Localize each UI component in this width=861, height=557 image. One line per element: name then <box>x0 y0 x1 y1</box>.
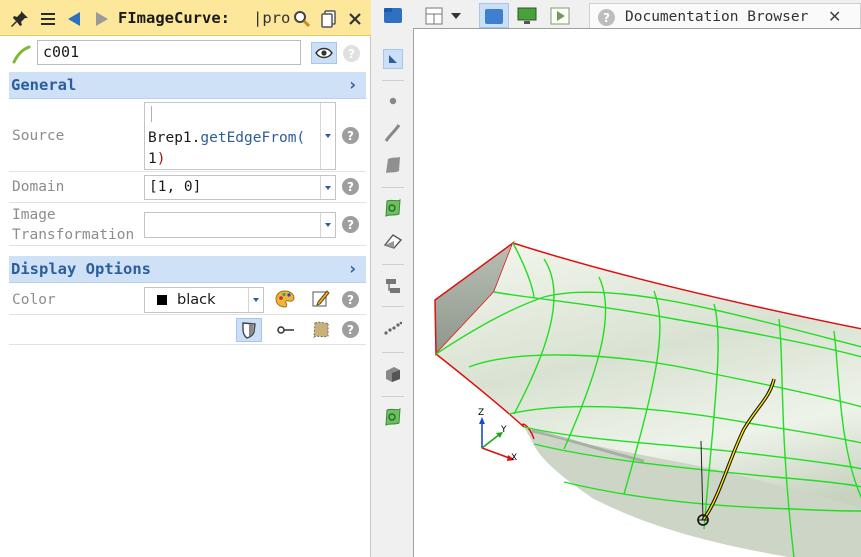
model-view-button[interactable] <box>479 3 509 28</box>
copy-icon[interactable] <box>319 9 339 29</box>
axis-z-label: Z <box>478 408 485 418</box>
select-tool-button[interactable] <box>383 49 403 69</box>
toolbar-separator <box>382 352 404 353</box>
color-dropdown-button[interactable] <box>248 288 263 312</box>
palette-icon[interactable] <box>275 290 295 312</box>
general-section-header[interactable]: General › <box>9 72 366 99</box>
point-icon[interactable] <box>383 91 403 111</box>
eye-icon <box>315 47 333 59</box>
color-select[interactable]: black <box>144 287 264 313</box>
toolbar-separator <box>382 306 404 307</box>
toolbar-separator <box>382 264 404 265</box>
help-icon[interactable]: ? <box>342 321 359 338</box>
search-icon[interactable] <box>292 9 312 29</box>
cursor-icon <box>389 55 397 63</box>
curve-icon <box>12 44 32 68</box>
axis-y-label: Y <box>501 425 507 435</box>
display-icons-row: ? <box>9 315 366 345</box>
help-icon[interactable]: ? <box>343 45 360 62</box>
color-swatch <box>157 295 167 305</box>
toolbar-separator <box>382 396 404 397</box>
documentation-tab-label: Documentation Browser <box>625 9 809 25</box>
image-transformation-field[interactable] <box>144 212 336 238</box>
shading-toggle-button[interactable] <box>236 318 262 342</box>
network-tool-icon[interactable] <box>383 276 403 296</box>
toolbar-separator <box>382 187 404 188</box>
image-curve-icon[interactable] <box>383 407 403 427</box>
image-surface-icon[interactable] <box>383 198 403 218</box>
help-icon[interactable]: ? <box>342 127 359 144</box>
display-options-section-title: Display Options <box>11 260 151 278</box>
visibility-toggle-button[interactable] <box>311 42 337 64</box>
chevron-right-icon: › <box>349 259 356 278</box>
plane-tool-icon[interactable] <box>383 231 403 251</box>
folder-icon[interactable] <box>383 5 403 25</box>
key-icon[interactable] <box>277 322 295 341</box>
curve-tool-icon[interactable] <box>383 123 403 143</box>
point-set-icon[interactable] <box>383 318 403 338</box>
close-tab-icon[interactable]: ✕ <box>828 7 841 26</box>
surface-tool-icon[interactable] <box>383 155 403 175</box>
property-panel: FImageCurve: |pro c001 ? General › Sourc… <box>0 0 371 557</box>
image-transformation-label: Image <box>12 207 56 223</box>
color-label: Color <box>12 292 56 308</box>
source-expression: Brep1.getEdgeFrom( <box>148 130 306 146</box>
domain-label: Domain <box>12 179 65 195</box>
close-icon[interactable] <box>345 9 365 29</box>
image-transformation-label-2: Transformation <box>12 227 135 243</box>
chevron-right-icon: › <box>349 75 356 94</box>
panel-title: FImageCurve: <box>118 9 230 27</box>
menu-icon[interactable] <box>38 9 58 29</box>
tool-strip <box>372 0 413 557</box>
image-transformation-row: Image Transformation ? <box>9 203 366 246</box>
image-transformation-dropdown-button[interactable] <box>320 213 335 237</box>
documentation-browser-tab[interactable]: ? Documentation Browser ✕ <box>589 3 861 30</box>
pin-icon[interactable] <box>10 9 30 29</box>
panel-title-bar: FImageCurve: |pro <box>0 0 371 36</box>
monitor-icon[interactable] <box>514 3 540 28</box>
help-icon[interactable]: ? <box>342 216 359 233</box>
source-field[interactable]: Brep1.getEdgeFrom( 1) <box>144 102 336 170</box>
source-label: Source <box>12 128 65 144</box>
help-icon[interactable]: ? <box>342 291 359 308</box>
name-row: c001 ? <box>0 37 371 69</box>
toolbar-separator <box>382 80 404 81</box>
general-section-title: General <box>11 76 77 94</box>
color-row: Color black ? <box>9 284 366 315</box>
back-arrow-icon[interactable] <box>64 9 84 29</box>
object-name-field[interactable]: c001 <box>37 40 301 65</box>
source-row: Source Brep1.getEdgeFrom( 1) ? <box>9 100 366 172</box>
forward-arrow-icon[interactable] <box>92 9 112 29</box>
texture-icon[interactable] <box>312 321 330 343</box>
text-cursor <box>151 106 152 122</box>
help-icon[interactable]: ? <box>342 178 359 195</box>
hull-model <box>434 240 861 557</box>
source-expression-cont: 1) <box>148 151 166 167</box>
layout-icon[interactable] <box>423 3 445 28</box>
solid-tool-icon[interactable] <box>383 364 403 384</box>
edit-pencil-icon[interactable] <box>312 289 330 312</box>
folder-icon <box>485 8 503 24</box>
domain-field[interactable]: [1, 0] <box>144 175 336 200</box>
axis-x-label: X <box>511 453 518 463</box>
layout-dropdown-icon[interactable] <box>449 3 463 28</box>
help-icon: ? <box>598 9 615 26</box>
shield-icon <box>242 322 256 339</box>
panel-title-tab[interactable]: |pro <box>253 9 290 27</box>
display-options-section-header[interactable]: Display Options › <box>9 256 366 283</box>
play-icon[interactable] <box>547 3 573 28</box>
source-dropdown-button[interactable] <box>320 103 335 169</box>
axis-triad <box>479 417 515 461</box>
3d-viewport[interactable]: Z Y X <box>413 28 861 557</box>
domain-dropdown-button[interactable] <box>320 176 335 199</box>
app-window: FImageCurve: |pro c001 ? General › Sourc… <box>0 0 861 557</box>
domain-row: Domain [1, 0] ? <box>9 172 366 203</box>
